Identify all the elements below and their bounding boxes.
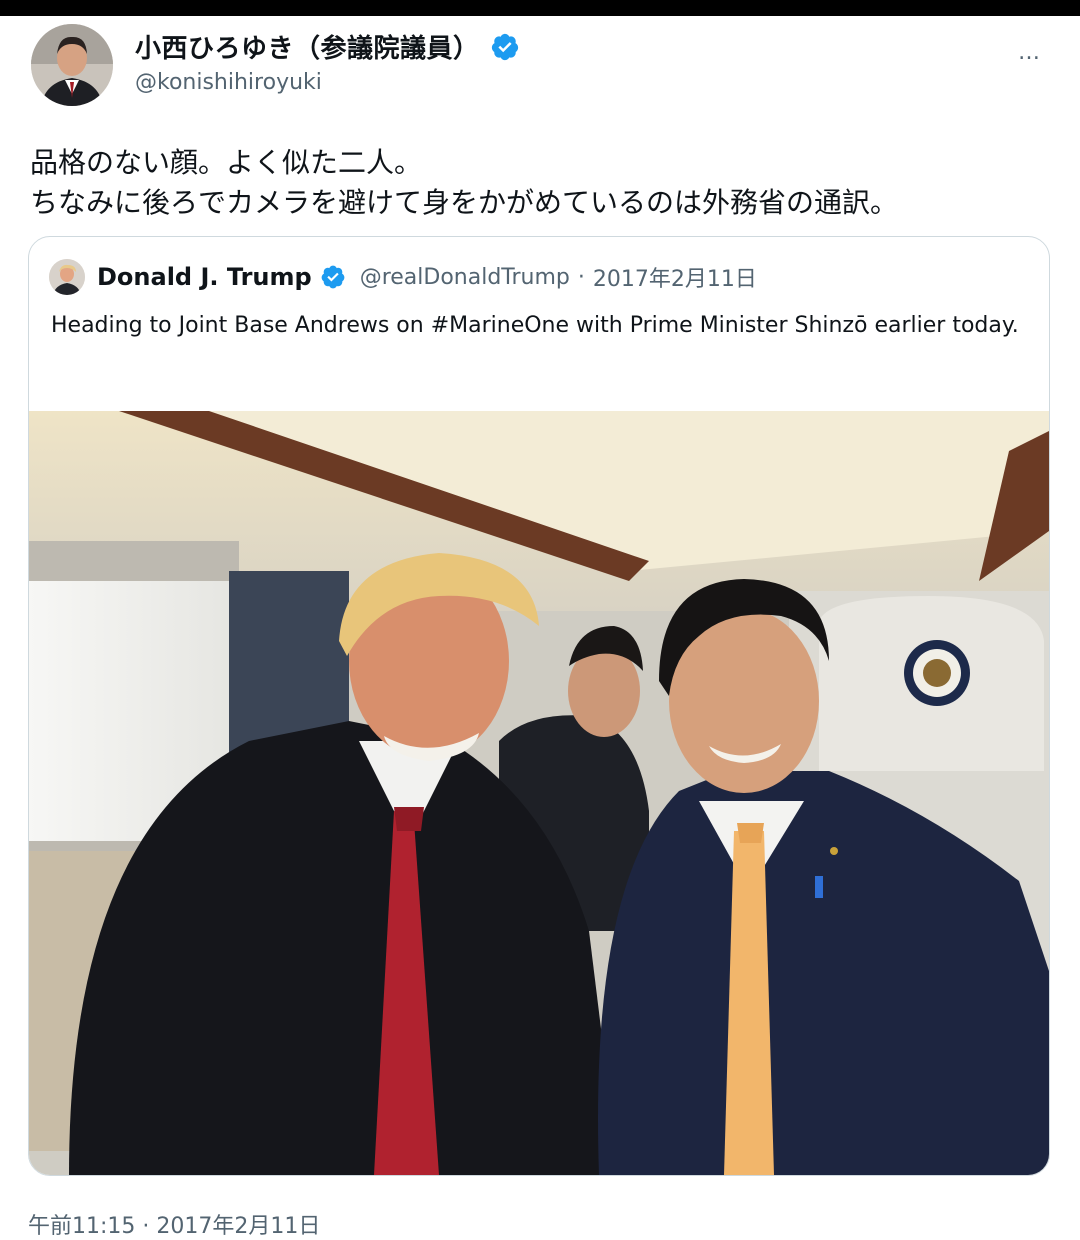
author-name-row[interactable]: 小西ひろゆき（参議院議員） (135, 28, 520, 65)
quoted-author-handle[interactable]: @realDonaldTrump (360, 265, 570, 290)
quoted-tweet-date[interactable]: 2017年2月11日 (593, 261, 757, 293)
quoted-author-name[interactable]: Donald J. Trump (97, 263, 312, 291)
quoted-tweet-text: Heading to Joint Base Andrews on #Marine… (51, 313, 1019, 338)
more-dots-icon[interactable]: … (1018, 40, 1041, 65)
verified-badge-icon (491, 33, 518, 60)
quoted-author-avatar[interactable] (49, 259, 85, 295)
quoted-avatar-image (49, 259, 85, 295)
author-avatar-image (31, 24, 113, 106)
top-status-bar (0, 0, 1080, 16)
tweet-text-line: 品格のない顔。よく似た二人。 (30, 146, 423, 179)
tweet-text-line: ちなみに後ろでカメラを避けて身をかがめているのは外務省の通訳。 (30, 186, 899, 219)
tweet-text: 品格のない顔。よく似た二人。 ちなみに後ろでカメラを避けて身をかがめているのは外… (30, 143, 1050, 223)
verified-badge-icon (321, 265, 345, 289)
tweet-timestamp[interactable]: 午前11:15 · 2017年2月11日 (28, 1208, 320, 1240)
quoted-tweet-photo[interactable] (29, 411, 1049, 1175)
author-avatar[interactable] (31, 24, 113, 106)
author-handle[interactable]: @konishihiroyuki (135, 70, 322, 95)
author-name[interactable]: 小西ひろゆき（参議院議員） (135, 28, 480, 65)
photo-image (29, 411, 1049, 1175)
separator-dot: · (577, 264, 585, 290)
quoted-tweet-card[interactable]: Donald J. Trump @realDonaldTrump · 2017年… (28, 236, 1050, 1176)
quoted-tweet-header: Donald J. Trump @realDonaldTrump · 2017年… (49, 259, 757, 295)
